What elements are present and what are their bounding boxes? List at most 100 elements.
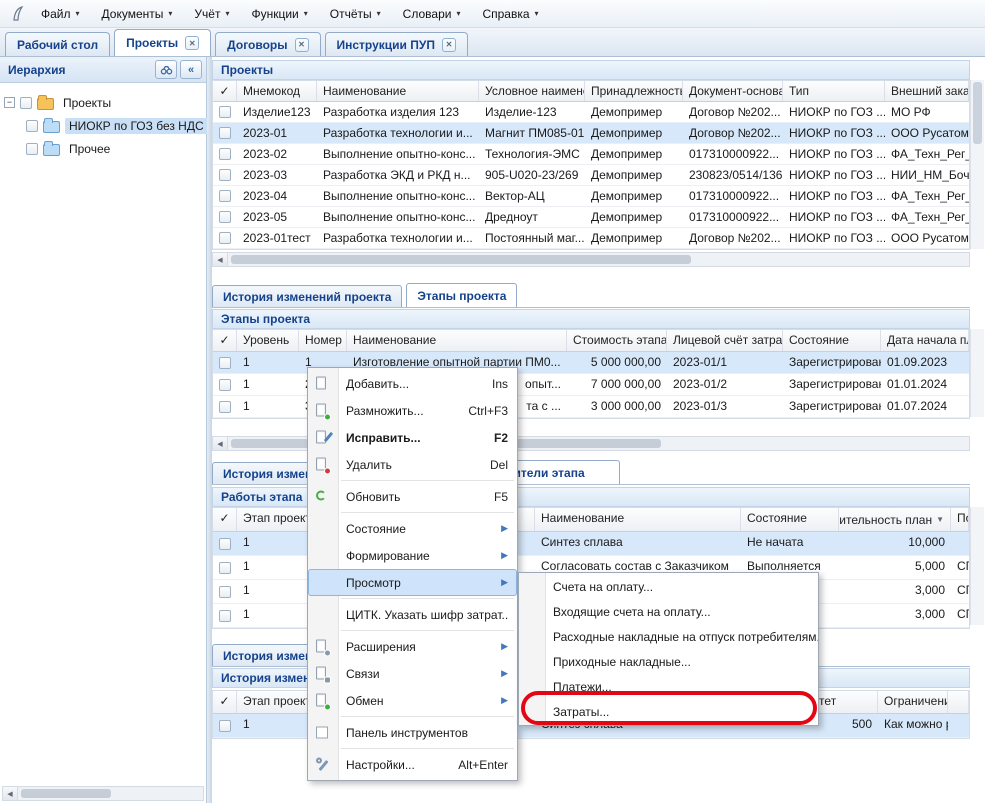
node-checkbox[interactable] — [26, 143, 38, 155]
check-column-header[interactable]: ✓ — [213, 330, 237, 351]
column-header[interactable]: Внешний заказчик — [885, 81, 969, 101]
column-header[interactable] — [948, 691, 969, 713]
column-header[interactable]: Подр — [951, 508, 969, 531]
node-checkbox[interactable] — [26, 120, 38, 132]
table-row[interactable]: 2023-01тестРазработка технологии и...Пос… — [213, 228, 969, 249]
context-menu-item-edit[interactable]: Исправить...F2 — [308, 424, 517, 451]
menu-reports[interactable]: Отчёты▾ — [319, 2, 392, 26]
search-icon[interactable] — [155, 60, 177, 79]
column-header[interactable]: Уровень — [237, 330, 299, 351]
row-checkbox[interactable] — [219, 211, 231, 223]
row-checkbox[interactable] — [219, 586, 231, 598]
table-row[interactable]: 2023-02Выполнение опытно-конс...Технолог… — [213, 144, 969, 165]
menu-functions[interactable]: Функции▾ — [240, 2, 318, 26]
menu-file[interactable]: Файл▾ — [30, 2, 91, 26]
check-column-header[interactable]: ✓ — [213, 691, 237, 713]
row-checkbox[interactable] — [219, 190, 231, 202]
row-checkbox[interactable] — [219, 379, 231, 391]
stages-vertical-scrollbar[interactable] — [970, 329, 984, 417]
row-checkbox[interactable] — [219, 106, 231, 118]
row-checkbox[interactable] — [219, 720, 231, 732]
collapse-node-icon[interactable]: − — [4, 97, 15, 108]
scroll-left-icon[interactable]: ◀ — [213, 253, 228, 266]
tab-desktop[interactable]: Рабочий стол — [5, 32, 110, 56]
context-menu-item-links[interactable]: Связи▶ — [308, 660, 517, 687]
submenu-item-incoming-waybills[interactable]: Приходные накладные... — [519, 649, 818, 674]
column-header[interactable]: Дата начала план — [881, 330, 969, 351]
context-menu-item-refresh[interactable]: ОбновитьF5 — [308, 483, 517, 510]
context-menu-item-delete[interactable]: УдалитьDel — [308, 451, 517, 478]
row-checkbox[interactable] — [219, 357, 231, 369]
column-header-sorted[interactable]: Длительность план▼ — [839, 508, 951, 531]
context-menu-item-toolbar[interactable]: Панель инструментов — [308, 719, 517, 746]
column-header[interactable]: Состояние — [783, 330, 881, 351]
tab-projects[interactable]: Проекты✕ — [114, 29, 211, 56]
submenu-item-invoices[interactable]: Счета на оплату... — [519, 574, 818, 599]
scrollbar-thumb[interactable] — [21, 789, 111, 798]
scrollbar-thumb[interactable] — [231, 255, 691, 264]
tree-node-projects[interactable]: − Проекты — [4, 91, 202, 114]
node-checkbox[interactable] — [20, 97, 32, 109]
check-column-header[interactable]: ✓ — [213, 508, 237, 531]
row-checkbox[interactable] — [219, 127, 231, 139]
projects-vertical-scrollbar[interactable] — [970, 80, 984, 249]
context-menu-item-duplicate[interactable]: Размножить...Ctrl+F3 — [308, 397, 517, 424]
context-menu-item-extensions[interactable]: Расширения▶ — [308, 633, 517, 660]
column-header[interactable]: Наименование — [535, 508, 741, 531]
column-header[interactable]: Мнемокод — [237, 81, 317, 101]
table-row[interactable]: Изделие123Разработка изделия 123Изделие-… — [213, 102, 969, 123]
menu-accounting[interactable]: Учёт▾ — [183, 2, 240, 26]
row-checkbox[interactable] — [219, 562, 231, 574]
column-header[interactable]: Документ-основан — [683, 81, 783, 101]
submenu-item-outgoing-waybills[interactable]: Расходные накладные на отпуск потребител… — [519, 624, 818, 649]
scroll-left-icon[interactable]: ◀ — [213, 437, 228, 450]
context-menu-item-formation[interactable]: Формирование▶ — [308, 542, 517, 569]
context-menu-item-exchange[interactable]: Обмен▶ — [308, 687, 517, 714]
row-checkbox[interactable] — [219, 232, 231, 244]
column-header[interactable]: Тип — [783, 81, 885, 101]
menu-documents[interactable]: Документы▾ — [91, 2, 184, 26]
collapse-panel-icon[interactable]: « — [180, 60, 202, 79]
column-header[interactable]: Номер — [299, 330, 347, 351]
context-menu-item-citk-cost-code[interactable]: ЦИТК. Указать шифр затрат... — [308, 601, 517, 628]
table-row-selected[interactable]: 2023-01Разработка технологии и...Магнит … — [213, 123, 969, 144]
projects-horizontal-scrollbar[interactable]: ◀ — [212, 252, 970, 267]
tab-contracts[interactable]: Договоры✕ — [215, 32, 320, 56]
column-header[interactable]: Лицевой счёт затрат. — [667, 330, 783, 351]
column-header[interactable]: Условное наименова — [479, 81, 585, 101]
submenu-item-incoming-invoices[interactable]: Входящие счета на оплату... — [519, 599, 818, 624]
tab-project-history[interactable]: История изменений проекта — [212, 285, 402, 307]
column-header[interactable]: Наименование — [317, 81, 479, 101]
close-icon[interactable]: ✕ — [295, 38, 309, 52]
tree-node-niokr[interactable]: НИОКР по ГОЗ без НДС — [4, 114, 202, 137]
table-row[interactable]: 2023-03Разработка ЭКД и РКД н...905-U020… — [213, 165, 969, 186]
row-checkbox[interactable] — [219, 169, 231, 181]
close-icon[interactable]: ✕ — [185, 36, 199, 50]
row-checkbox[interactable] — [219, 148, 231, 160]
column-header[interactable]: Ограничение — [878, 691, 948, 713]
column-header[interactable]: Состояние — [741, 508, 839, 531]
context-menu-item-add[interactable]: Добавить...Ins — [308, 370, 517, 397]
table-row[interactable]: 2023-05Выполнение опытно-конс...Дредноут… — [213, 207, 969, 228]
scroll-left-icon[interactable]: ◀ — [3, 787, 18, 800]
tab-instructions[interactable]: Инструкции ПУП✕ — [325, 32, 468, 56]
submenu-item-payments[interactable]: Платежи... — [519, 674, 818, 699]
column-header[interactable]: Наименование — [347, 330, 567, 351]
row-checkbox[interactable] — [219, 401, 231, 413]
context-menu-item-settings[interactable]: Настройки...Alt+Enter — [308, 751, 517, 778]
column-header[interactable]: Принадлежность — [585, 81, 683, 101]
scrollbar-thumb[interactable] — [973, 82, 982, 144]
submenu-item-costs[interactable]: Затраты... — [519, 699, 818, 724]
row-checkbox[interactable] — [219, 610, 231, 622]
row-checkbox[interactable] — [219, 538, 231, 550]
table-row[interactable]: 2023-04Выполнение опытно-конс...Вектор-А… — [213, 186, 969, 207]
tab-project-stages[interactable]: Этапы проекта — [406, 283, 517, 307]
tree-node-other[interactable]: Прочее — [4, 137, 202, 160]
sidebar-horizontal-scrollbar[interactable]: ◀ — [2, 786, 204, 801]
close-icon[interactable]: ✕ — [442, 38, 456, 52]
context-menu-item-view[interactable]: Просмотр▶ — [308, 569, 517, 596]
check-column-header[interactable]: ✓ — [213, 81, 237, 101]
menu-dictionaries[interactable]: Словари▾ — [392, 2, 472, 26]
context-menu-item-state[interactable]: Состояние▶ — [308, 515, 517, 542]
column-header[interactable]: Стоимость этапа — [567, 330, 667, 351]
